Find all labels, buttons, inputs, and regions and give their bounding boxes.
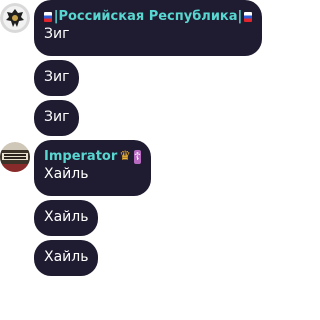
message-bubble[interactable]: Зиг: [34, 60, 80, 96]
message-bubble[interactable]: Зиг: [34, 100, 80, 136]
message-sender[interactable]: Imperator ♛ ☦: [44, 149, 142, 164]
avatar[interactable]: [0, 142, 30, 172]
message-bubble[interactable]: |Российская Республика| Зиг: [34, 0, 262, 56]
crown-icon: ♛: [119, 149, 131, 164]
message-bubble[interactable]: Хайль: [34, 200, 99, 236]
message-text: Хайль: [44, 209, 89, 225]
message-bubble[interactable]: Хайль: [34, 240, 99, 276]
message-text: Хайль: [44, 249, 89, 265]
sender-name: Imperator: [44, 149, 118, 164]
eagle-emblem-icon: [0, 3, 30, 33]
imperator-avatar-icon: [0, 142, 30, 172]
sender-name: |Российская Республика|: [53, 9, 243, 24]
russia-flag-icon: [244, 11, 252, 22]
chat-container: |Российская Республика| Зиг Зиг Зиг Impe…: [0, 0, 262, 320]
orthodox-cross-icon: ☦: [133, 149, 142, 164]
message-text: Зиг: [44, 69, 70, 85]
message-bubble[interactable]: Imperator ♛ ☦ Хайль: [34, 140, 151, 196]
avatar[interactable]: [0, 3, 30, 33]
message-text: Зиг: [44, 26, 70, 42]
message-text: Хайль: [44, 166, 89, 182]
message-sender[interactable]: |Российская Республика|: [44, 9, 252, 24]
message-text: Зиг: [44, 109, 70, 125]
russia-flag-icon: [44, 11, 52, 22]
